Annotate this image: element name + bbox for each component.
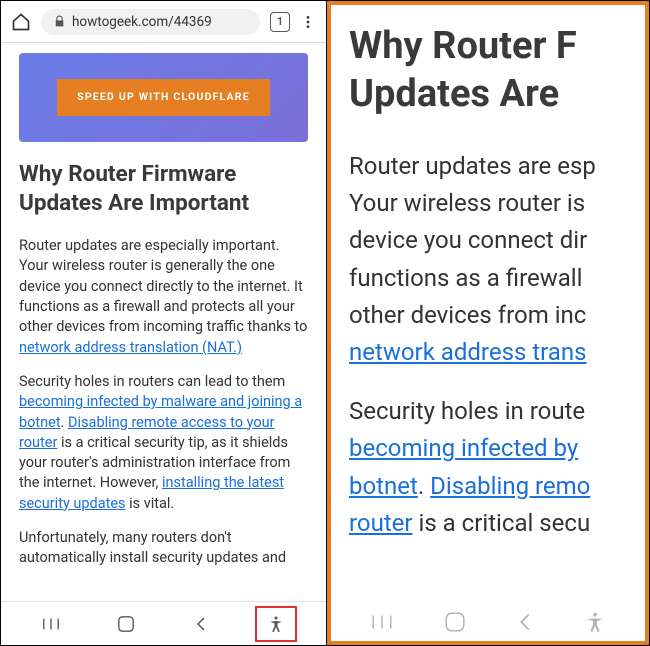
url-field[interactable]: howtogeek.com/44369 bbox=[41, 9, 260, 35]
zoom-recents-button[interactable] bbox=[371, 613, 393, 635]
page-content: SPEED UP WITH CLOUDFLARE Why Router Firm… bbox=[1, 43, 326, 601]
menu-icon[interactable] bbox=[300, 14, 316, 30]
lock-icon bbox=[53, 15, 66, 28]
tab-count-button[interactable]: 1 bbox=[270, 12, 290, 32]
zoom-home-button[interactable] bbox=[444, 611, 466, 637]
zoom-link-nat[interactable]: network address trans bbox=[349, 338, 587, 366]
paragraph-1: Router updates are especially important.… bbox=[19, 236, 308, 358]
article-heading: Why Router Firmware Updates Are Importan… bbox=[19, 160, 308, 219]
url-text: howtogeek.com/44369 bbox=[72, 14, 212, 30]
phone-screen-normal: howtogeek.com/44369 1 SPEED UP WITH CLOU… bbox=[1, 1, 327, 645]
zoom-link-botnet-2[interactable]: botnet bbox=[349, 472, 418, 500]
banner-button[interactable]: SPEED UP WITH CLOUDFLARE bbox=[57, 79, 270, 116]
link-nat[interactable]: network address translation (NAT.) bbox=[19, 339, 242, 356]
zoom-heading: Why Router F Updates Are bbox=[349, 23, 645, 118]
phone-screen-zoomed: Why Router F Updates Are Router updates … bbox=[327, 1, 649, 645]
android-nav-bar bbox=[1, 601, 326, 645]
browser-address-bar: howtogeek.com/44369 1 bbox=[1, 1, 326, 43]
zoom-paragraph-1: Router updates are esp Your wireless rou… bbox=[349, 148, 645, 371]
zoom-back-button[interactable] bbox=[517, 612, 533, 636]
zoom-link-botnet[interactable]: becoming infected by bbox=[349, 434, 578, 462]
zoom-accessibility-button[interactable] bbox=[584, 611, 606, 637]
paragraph-3: Unfortunately, many routers don't automa… bbox=[19, 528, 308, 569]
paragraph-2: Security holes in routers can lead to th… bbox=[19, 372, 308, 514]
zoom-link-router[interactable]: router bbox=[349, 509, 413, 537]
zoom-link-remote[interactable]: Disabling remo bbox=[430, 472, 590, 500]
recents-button[interactable] bbox=[30, 606, 72, 642]
zoom-paragraph-2: Security holes in route becoming infecte… bbox=[349, 393, 645, 542]
ad-banner[interactable]: SPEED UP WITH CLOUDFLARE bbox=[19, 53, 308, 142]
home-button[interactable] bbox=[105, 606, 147, 642]
home-icon[interactable] bbox=[11, 12, 31, 32]
zoom-nav-bar bbox=[331, 611, 645, 637]
back-button[interactable] bbox=[180, 606, 222, 642]
accessibility-button[interactable] bbox=[255, 606, 297, 642]
